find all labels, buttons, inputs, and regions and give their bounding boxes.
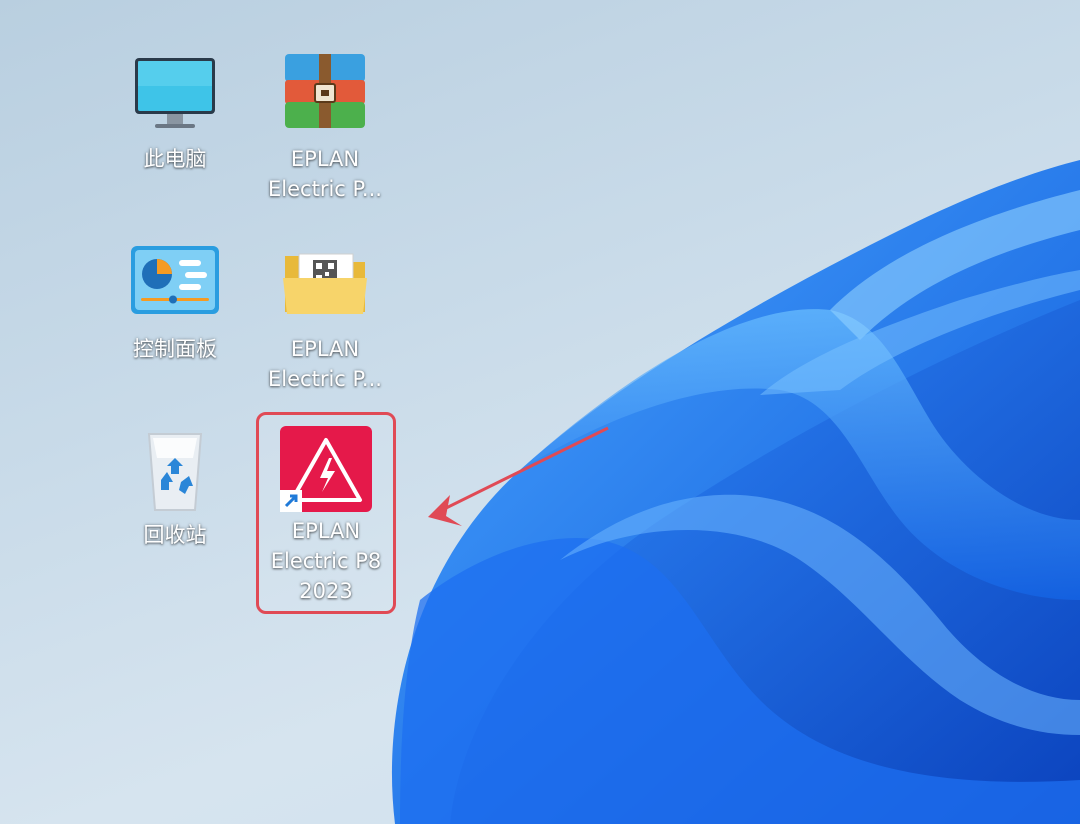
this-pc-label: 此电脑 [143, 147, 207, 171]
eplan-archive-label: EPLAN Electric P... [268, 147, 382, 201]
desktop-icon-this-pc[interactable]: 此电脑 [115, 52, 235, 174]
winrar-archive-icon [277, 52, 373, 142]
recycle-bin-label: 回收站 [143, 523, 207, 547]
recycle-bin-icon [127, 428, 223, 518]
monitor-icon [127, 52, 223, 142]
control-panel-icon [127, 242, 223, 332]
desktop-icon-eplan-archive[interactable]: EPLAN Electric P... [265, 52, 385, 204]
desktop-icon-eplan-p8-2023[interactable]: EPLAN Electric P8 2023 [266, 424, 386, 606]
desktop-icon-recycle-bin[interactable]: 回收站 [115, 428, 235, 550]
eplan-shortcut-icon [278, 424, 374, 514]
desktop-icon-eplan-folder[interactable]: EPLAN Electric P... [265, 242, 385, 394]
eplan-folder-label: EPLAN Electric P... [268, 337, 382, 391]
folder-icon [277, 242, 373, 332]
desktop-icon-control-panel[interactable]: 控制面板 [115, 242, 235, 364]
control-panel-label: 控制面板 [133, 337, 217, 361]
eplan-p8-2023-label: EPLAN Electric P8 2023 [270, 519, 382, 603]
